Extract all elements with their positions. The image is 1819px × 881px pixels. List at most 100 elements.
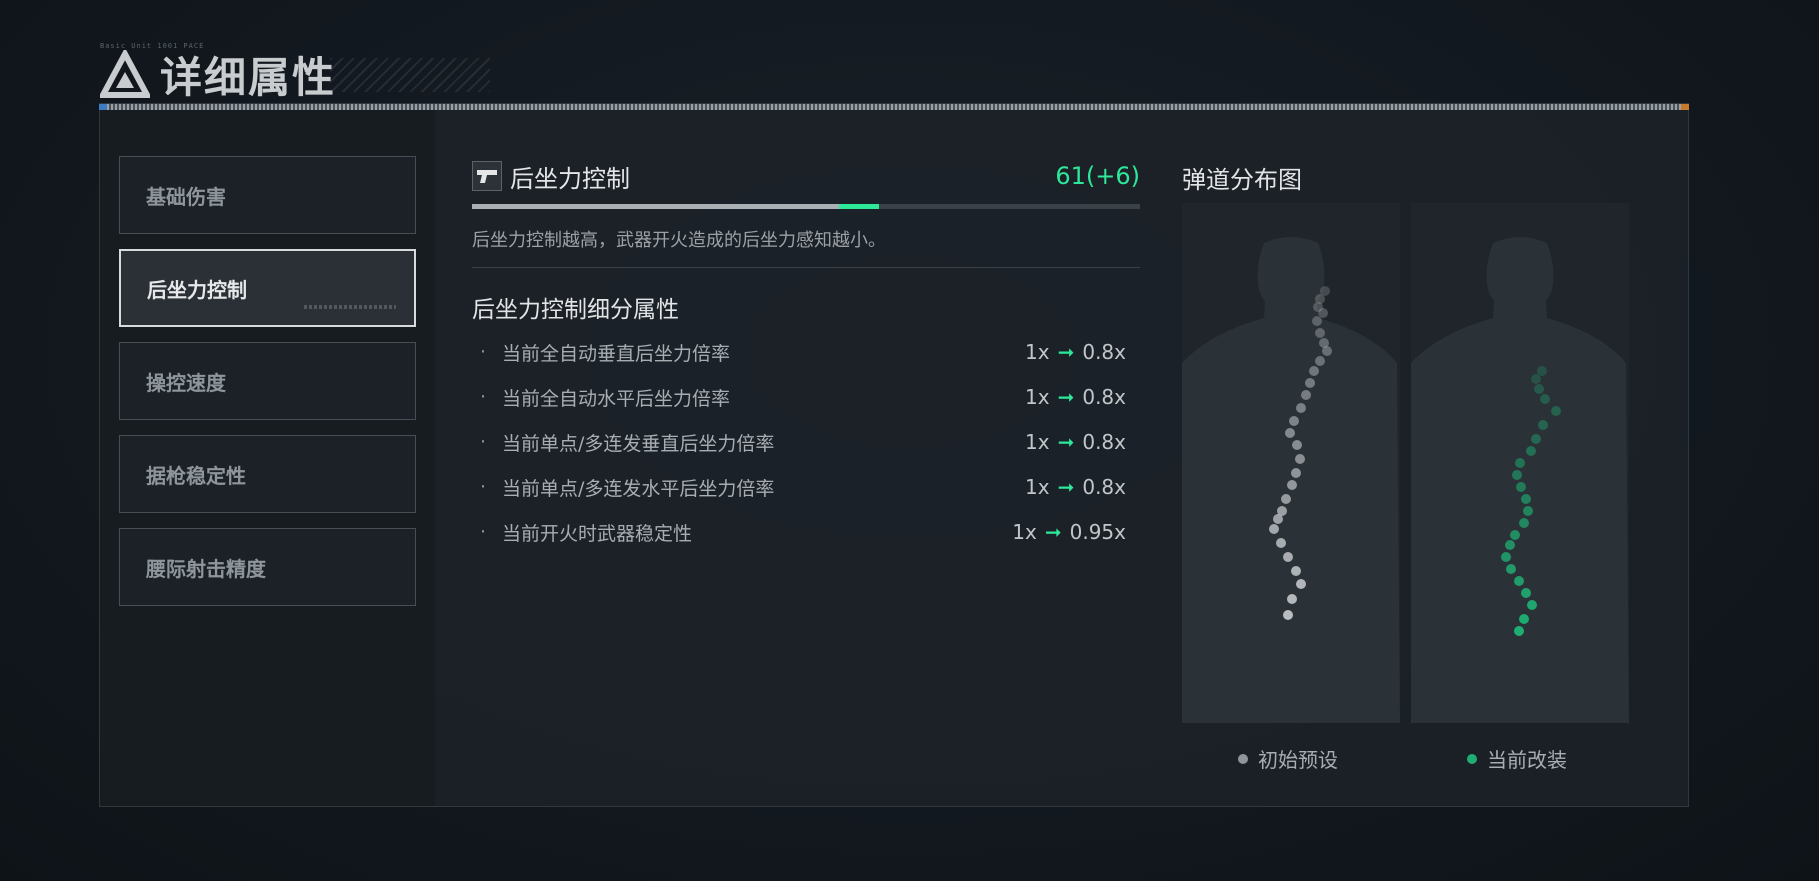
attribute-name: 当前单点/多连发水平后坐力倍率: [502, 477, 775, 500]
attribute-row: · 当前全自动水平后坐力倍率 1x ➞ 0.8x: [480, 382, 1126, 412]
header-hatch-decoration: [330, 58, 490, 92]
progress-base-fill: [472, 204, 840, 209]
sub-attributes-title: 后坐力控制细分属性: [472, 297, 679, 323]
value-to: 0.95x: [1069, 520, 1126, 544]
spray-dot: [1505, 540, 1515, 550]
spray-dot: [1514, 576, 1524, 586]
attribute-values: 1x ➞ 0.8x: [1025, 340, 1126, 364]
spray-dot: [1281, 494, 1291, 504]
body-silhouette: [1411, 237, 1629, 723]
spray-dot: [1283, 610, 1293, 620]
sidebar-item-aim-stability[interactable]: 据枪稳定性: [119, 435, 416, 513]
bullet: ·: [480, 521, 487, 543]
attribute-row: · 当前开火时武器稳定性 1x ➞ 0.95x: [480, 517, 1126, 547]
spray-chart-initial-svg: [1182, 237, 1400, 723]
right-arrow-icon: ➞: [1057, 385, 1075, 409]
spray-dot: [1501, 552, 1511, 562]
spray-dot: [1276, 538, 1286, 548]
spray-dot: [1301, 390, 1311, 400]
spray-dot: [1273, 514, 1283, 524]
spray-dot: [1531, 434, 1541, 444]
legend-dot-modified: [1467, 753, 1477, 764]
spray-dot: [1512, 470, 1522, 480]
stat-value: 61(+6): [1055, 162, 1140, 190]
active-item-decoration: [304, 305, 396, 309]
spray-dot: [1295, 454, 1305, 464]
spray-dot: [1506, 564, 1516, 574]
body-silhouette: [1182, 237, 1400, 723]
right-arrow-icon: ➞: [1044, 520, 1062, 544]
spray-dot: [1296, 579, 1306, 589]
sidebar-item-handling-speed[interactable]: 操控速度: [119, 342, 416, 420]
spray-dot: [1521, 494, 1531, 504]
stat-description: 后坐力控制越高，武器开火造成的后坐力感知越小。: [472, 230, 886, 251]
bullet: ·: [480, 431, 487, 453]
attribute-row: · 当前单点/多连发垂直后坐力倍率 1x ➞ 0.8x: [480, 427, 1126, 457]
sidebar-item-hipfire-accuracy[interactable]: 腰际射击精度: [119, 528, 416, 606]
spray-dot: [1527, 600, 1537, 610]
value-from: 1x: [1012, 520, 1037, 544]
attribute-sidebar: 基础伤害 后坐力控制 操控速度 据枪稳定性 腰际射击精度: [100, 110, 435, 806]
spray-dot: [1315, 356, 1325, 366]
attribute-values: 1x ➞ 0.8x: [1025, 475, 1126, 499]
logo-icon: [100, 49, 150, 98]
stat-title: 后坐力控制: [510, 164, 630, 193]
spray-pattern-initial: [1182, 203, 1400, 723]
legend-label: 初始预设: [1258, 748, 1338, 772]
section-divider: [472, 267, 1140, 268]
attribute-name: 当前开火时武器稳定性: [502, 522, 693, 545]
spray-dot: [1283, 552, 1293, 562]
attribute-name: 当前全自动水平后坐力倍率: [502, 387, 731, 410]
spray-dot: [1526, 446, 1536, 456]
spray-pattern-modified: [1411, 203, 1629, 723]
spray-dot: [1515, 458, 1525, 468]
value-from: 1x: [1025, 340, 1050, 364]
spray-dot: [1519, 614, 1529, 624]
attribute-name: 当前全自动垂直后坐力倍率: [502, 342, 731, 365]
sidebar-item-base-damage[interactable]: 基础伤害: [119, 156, 416, 234]
sidebar-item-label: 操控速度: [146, 370, 226, 395]
bullet: ·: [480, 386, 487, 408]
right-arrow-icon: ➞: [1057, 475, 1075, 499]
spray-dot: [1292, 440, 1302, 450]
spray-dot: [1287, 480, 1297, 490]
spray-dot: [1291, 566, 1301, 576]
spray-dot: [1538, 420, 1548, 430]
progress-bonus-fill: [839, 204, 880, 209]
value-to: 0.8x: [1082, 475, 1126, 499]
right-arrow-icon: ➞: [1057, 430, 1075, 454]
spray-dot: [1537, 366, 1547, 376]
spray-dot: [1291, 468, 1301, 478]
value-to: 0.8x: [1082, 430, 1126, 454]
spray-dot: [1514, 626, 1524, 636]
attribute-row: · 当前全自动垂直后坐力倍率 1x ➞ 0.8x: [480, 337, 1126, 367]
spray-dot: [1309, 366, 1319, 376]
spray-chart-title: 弹道分布图: [1182, 166, 1302, 194]
spray-chart-modified-svg: [1411, 237, 1629, 723]
spray-dot: [1322, 346, 1332, 356]
legend-modified: 当前改装: [1467, 744, 1567, 773]
right-arrow-icon: ➞: [1057, 340, 1075, 364]
spray-dot: [1287, 594, 1297, 604]
legend-dot-initial: [1238, 753, 1248, 764]
spray-dot: [1305, 378, 1315, 388]
spray-dot: [1523, 506, 1533, 516]
sidebar-item-label: 据枪稳定性: [146, 463, 246, 488]
legend-initial: 初始预设: [1238, 744, 1338, 773]
sidebar-item-recoil-control[interactable]: 后坐力控制: [119, 249, 416, 327]
value-from: 1x: [1025, 430, 1050, 454]
sidebar-item-label: 后坐力控制: [147, 277, 247, 302]
attribute-values: 1x ➞ 0.95x: [1012, 520, 1126, 544]
sidebar-item-label: 腰际射击精度: [146, 556, 266, 581]
spray-dot: [1312, 316, 1322, 326]
spray-dot: [1534, 384, 1544, 394]
legend-label: 当前改装: [1487, 748, 1567, 772]
spray-dot: [1285, 428, 1295, 438]
value-to: 0.8x: [1082, 340, 1126, 364]
attribute-row: · 当前单点/多连发水平后坐力倍率 1x ➞ 0.8x: [480, 472, 1126, 502]
value-from: 1x: [1025, 475, 1050, 499]
stat-progress-bar: [472, 204, 1140, 209]
page-header: 详细属性: [100, 44, 336, 105]
attribute-name: 当前单点/多连发垂直后坐力倍率: [502, 432, 775, 455]
spray-dot: [1318, 308, 1328, 318]
